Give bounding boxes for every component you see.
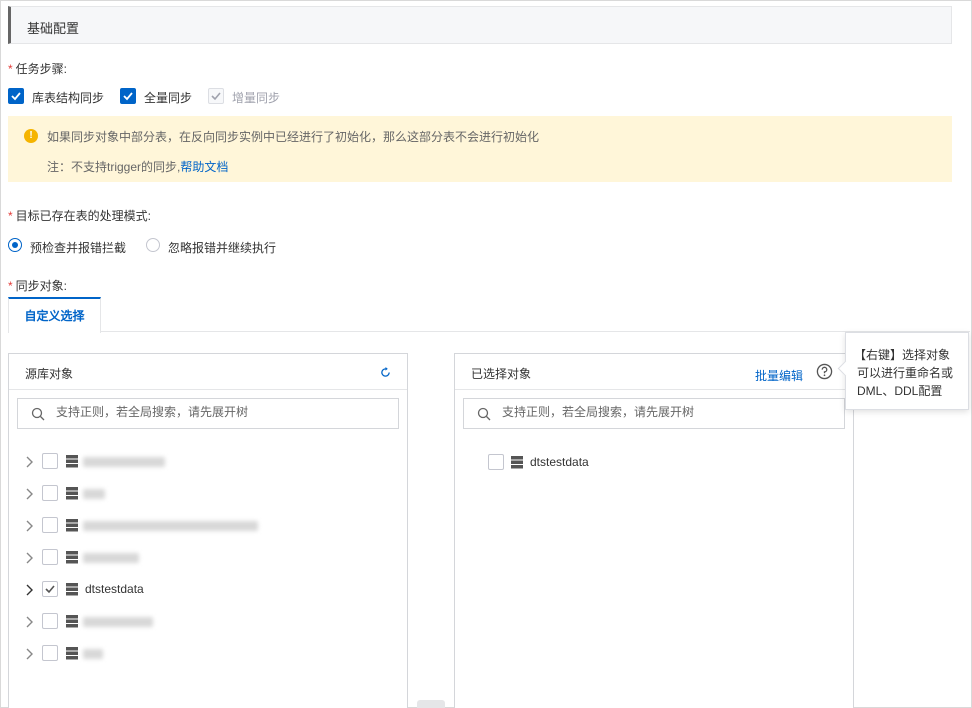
selected-list-item[interactable]: dtstestdata — [488, 453, 788, 473]
database-icon — [66, 487, 78, 500]
help-tooltip: 【右键】选择对象 可以进行重命名或 DML、DDL配置 — [845, 332, 969, 410]
database-icon — [66, 519, 78, 532]
redacted-name — [83, 521, 258, 531]
source-tree-item[interactable] — [25, 516, 395, 536]
incremental-sync-label: 增量同步 — [232, 91, 281, 105]
chevron-right-icon[interactable] — [25, 519, 35, 533]
tooltip-line-2: 可以进行重命名或 — [857, 366, 954, 380]
source-tree-item[interactable] — [25, 452, 395, 472]
redacted-name — [83, 457, 165, 467]
source-item-checkbox[interactable] — [42, 453, 58, 469]
chevron-right-icon[interactable] — [25, 487, 35, 501]
precheck-radio-label[interactable]: 预检查并报错拦截 — [30, 239, 126, 256]
section-header: 基础配置 — [8, 6, 952, 44]
chevron-right-icon[interactable] — [25, 551, 35, 565]
selected-search-input[interactable] — [502, 405, 822, 419]
selected-item-label: dtstestdata — [530, 455, 589, 469]
search-icon — [31, 407, 45, 421]
source-tree-item[interactable] — [25, 484, 395, 504]
selected-objects-panel: 已选择对象 批量编辑 dtstestdata — [454, 353, 854, 708]
source-search-box[interactable] — [17, 398, 399, 429]
database-icon — [66, 647, 78, 660]
check-icon — [45, 585, 55, 594]
redacted-name — [83, 617, 153, 627]
selected-panel-header: 已选择对象 批量编辑 — [455, 354, 853, 390]
ignore-errors-radio[interactable] — [146, 238, 160, 252]
schema-sync-label[interactable]: 库表结构同步 — [32, 89, 104, 106]
tooltip-line-3: DML、DDL配置 — [857, 384, 943, 398]
help-icon[interactable] — [816, 363, 833, 380]
info-alert: ! 如果同步对象中部分表，在反向同步实例中已经进行了初始化，那么这部分表不会进行… — [8, 116, 952, 182]
redacted-name — [83, 553, 139, 563]
incremental-sync-checkbox — [208, 88, 224, 104]
source-item-checkbox[interactable] — [42, 485, 58, 501]
check-icon — [11, 92, 21, 101]
source-tree-item[interactable] — [25, 548, 395, 568]
source-objects-panel: 源库对象 dtstestdata — [8, 353, 408, 708]
full-sync-label[interactable]: 全量同步 — [144, 89, 192, 106]
check-icon — [211, 92, 221, 101]
selected-search-box[interactable] — [463, 398, 845, 429]
source-tree-item[interactable] — [25, 612, 395, 632]
full-sync-checkbox[interactable] — [120, 88, 136, 104]
source-item-checkbox[interactable] — [42, 645, 58, 661]
existing-table-mode-label: * 目标已存在表的处理模式: — [8, 209, 152, 223]
database-icon — [66, 455, 78, 468]
refresh-icon[interactable] — [380, 367, 391, 378]
source-item-label: dtstestdata — [85, 582, 144, 596]
precheck-radio[interactable] — [8, 238, 22, 252]
database-icon — [66, 551, 78, 564]
selected-panel-title: 已选择对象 — [471, 367, 532, 381]
check-icon — [123, 92, 133, 101]
tab-custom-select[interactable]: 自定义选择 — [8, 297, 101, 333]
ignore-errors-radio-label[interactable]: 忽略报错并继续执行 — [168, 239, 276, 256]
selected-item-checkbox[interactable] — [488, 454, 504, 470]
database-icon — [511, 456, 523, 469]
sync-objects-label: * 同步对象: — [8, 279, 68, 293]
chevron-right-icon[interactable] — [25, 615, 35, 629]
redacted-name — [83, 489, 105, 499]
section-title: 基础配置 — [27, 21, 80, 36]
warning-icon: ! — [24, 129, 38, 143]
source-tree-item[interactable] — [25, 644, 395, 664]
schema-sync-checkbox[interactable] — [8, 88, 24, 104]
chevron-right-icon[interactable] — [25, 455, 35, 469]
database-icon — [66, 615, 78, 628]
tab-bar — [8, 331, 970, 332]
help-doc-link[interactable]: 帮助文档 — [180, 160, 228, 174]
source-item-checkbox[interactable] — [42, 613, 58, 629]
source-item-checkbox[interactable] — [42, 517, 58, 533]
alert-note: 注：不支持trigger的同步,帮助文档 — [47, 160, 229, 174]
chevron-right-icon[interactable] — [25, 647, 35, 661]
source-item-checkbox[interactable] — [42, 581, 58, 597]
source-tree-item[interactable]: dtstestdata — [25, 580, 395, 600]
search-icon — [477, 407, 491, 421]
tooltip-line-1: 【右键】选择对象 — [854, 348, 951, 362]
redacted-name — [83, 649, 103, 659]
task-steps-label: * 任务步骤: — [8, 62, 68, 76]
batch-edit-link[interactable]: 批量编辑 — [755, 367, 803, 384]
source-search-input[interactable] — [56, 405, 376, 419]
source-panel-title: 源库对象 — [25, 367, 74, 381]
source-item-checkbox[interactable] — [42, 549, 58, 565]
database-icon — [66, 583, 78, 596]
alert-message: 如果同步对象中部分表，在反向同步实例中已经进行了初始化，那么这部分表不会进行初始… — [47, 130, 540, 144]
source-panel-header: 源库对象 — [9, 354, 407, 390]
chevron-right-icon[interactable] — [25, 583, 35, 597]
transfer-button[interactable] — [417, 700, 445, 708]
